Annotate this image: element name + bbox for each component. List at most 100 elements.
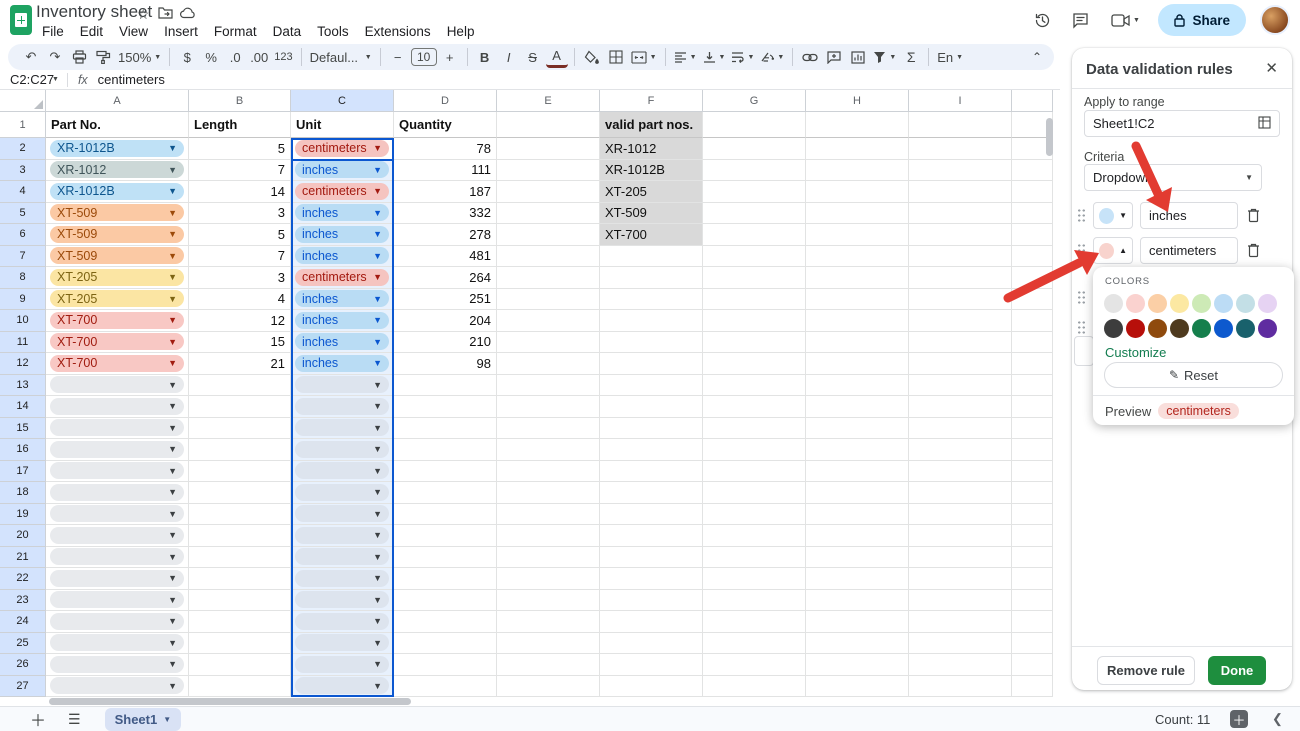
cell-A10[interactable]: XT-700▼ xyxy=(46,310,189,332)
cell-C27[interactable]: ▼ xyxy=(291,676,394,698)
cell-E18[interactable] xyxy=(497,482,600,504)
cell-G20[interactable] xyxy=(703,525,806,547)
cell-G3[interactable] xyxy=(703,160,806,182)
color-swatch[interactable] xyxy=(1214,294,1233,313)
cell-D10[interactable]: 204 xyxy=(394,310,497,332)
cell-E20[interactable] xyxy=(497,525,600,547)
cell-H27[interactable] xyxy=(806,676,909,698)
cell-H16[interactable] xyxy=(806,439,909,461)
dropdown-chip[interactable]: XR-1012▼ xyxy=(50,161,184,178)
dropdown-chip[interactable]: centimeters▼ xyxy=(295,183,389,200)
cell-H10[interactable] xyxy=(806,310,909,332)
dropdown-chip[interactable]: ▼ xyxy=(50,462,184,479)
horizontal-align-icon[interactable]: ▼ xyxy=(672,46,699,68)
cell-I3[interactable] xyxy=(909,160,1012,182)
cell-G19[interactable] xyxy=(703,504,806,526)
cell-F24[interactable] xyxy=(600,611,703,633)
column-header-A[interactable]: A xyxy=(46,90,189,112)
dropdown-chip[interactable]: ▼ xyxy=(50,505,184,522)
cell-G22[interactable] xyxy=(703,568,806,590)
cell-partial7[interactable] xyxy=(1012,246,1053,268)
color-swatch[interactable] xyxy=(1236,294,1255,313)
cell-I20[interactable] xyxy=(909,525,1012,547)
cell-I5[interactable] xyxy=(909,203,1012,225)
cell-E4[interactable] xyxy=(497,181,600,203)
row-header-7[interactable]: 7 xyxy=(0,246,46,268)
menu-edit[interactable]: Edit xyxy=(72,22,111,41)
cell-A3[interactable]: XR-1012▼ xyxy=(46,160,189,182)
done-button[interactable]: Done xyxy=(1208,656,1266,685)
cell-I23[interactable] xyxy=(909,590,1012,612)
dropdown-chip[interactable]: XT-509▼ xyxy=(50,226,184,243)
row-header-13[interactable]: 13 xyxy=(0,375,46,397)
row-header-4[interactable]: 4 xyxy=(0,181,46,203)
cell-partial8[interactable] xyxy=(1012,267,1053,289)
menu-file[interactable]: File xyxy=(34,22,72,41)
cell-G15[interactable] xyxy=(703,418,806,440)
cell-H5[interactable] xyxy=(806,203,909,225)
zoom-select[interactable]: 150%▼ xyxy=(116,46,163,68)
color-swatch[interactable] xyxy=(1104,319,1123,338)
all-sheets-icon[interactable]: ☰ xyxy=(68,711,81,728)
drag-handle-icon[interactable] xyxy=(1077,208,1086,222)
cell-partial14[interactable] xyxy=(1012,396,1053,418)
color-swatch[interactable] xyxy=(1192,294,1211,313)
menu-insert[interactable]: Insert xyxy=(156,22,206,41)
dropdown-chip[interactable]: ▼ xyxy=(295,613,389,630)
dropdown-chip[interactable]: inches▼ xyxy=(295,355,389,372)
cell-F8[interactable] xyxy=(600,267,703,289)
cell-F19[interactable] xyxy=(600,504,703,526)
cell-D18[interactable] xyxy=(394,482,497,504)
cell-D11[interactable]: 210 xyxy=(394,332,497,354)
cell-B27[interactable] xyxy=(189,676,291,698)
cell-partial9[interactable] xyxy=(1012,289,1053,311)
cell-D27[interactable] xyxy=(394,676,497,698)
cell-G16[interactable] xyxy=(703,439,806,461)
row-header-1[interactable]: 1 xyxy=(0,112,46,138)
dropdown-chip[interactable]: ▼ xyxy=(295,376,389,393)
color-swatch[interactable] xyxy=(1170,294,1189,313)
number-format-icon[interactable]: 123 xyxy=(272,46,294,68)
cell-E17[interactable] xyxy=(497,461,600,483)
dropdown-chip[interactable]: XR-1012B▼ xyxy=(50,140,184,157)
cell-B24[interactable] xyxy=(189,611,291,633)
cell-G17[interactable] xyxy=(703,461,806,483)
cell-A11[interactable]: XT-700▼ xyxy=(46,332,189,354)
cell-A1[interactable]: Part No. xyxy=(46,112,189,138)
cell-F6[interactable]: XT-700 xyxy=(600,224,703,246)
cell-E14[interactable] xyxy=(497,396,600,418)
option-input-inches[interactable]: inches xyxy=(1140,202,1238,229)
cell-H20[interactable] xyxy=(806,525,909,547)
cell-E8[interactable] xyxy=(497,267,600,289)
cell-C18[interactable]: ▼ xyxy=(291,482,394,504)
cell-A17[interactable]: ▼ xyxy=(46,461,189,483)
dropdown-chip[interactable]: XT-205▼ xyxy=(50,269,184,286)
cell-B14[interactable] xyxy=(189,396,291,418)
delete-option-icon[interactable] xyxy=(1247,243,1260,258)
cell-B9[interactable]: 4 xyxy=(189,289,291,311)
cell-D19[interactable] xyxy=(394,504,497,526)
row-header-20[interactable]: 20 xyxy=(0,525,46,547)
cell-C20[interactable]: ▼ xyxy=(291,525,394,547)
cell-A21[interactable]: ▼ xyxy=(46,547,189,569)
cell-D5[interactable]: 332 xyxy=(394,203,497,225)
cell-E2[interactable] xyxy=(497,138,600,160)
dropdown-chip[interactable]: ▼ xyxy=(295,419,389,436)
cell-B2[interactable]: 5 xyxy=(189,138,291,160)
dropdown-chip[interactable]: ▼ xyxy=(50,484,184,501)
italic-icon[interactable]: I xyxy=(498,46,520,68)
row-header-6[interactable]: 6 xyxy=(0,224,46,246)
color-swatch[interactable] xyxy=(1148,319,1167,338)
dropdown-chip[interactable]: ▼ xyxy=(50,548,184,565)
cell-D3[interactable]: 111 xyxy=(394,160,497,182)
cell-C21[interactable]: ▼ xyxy=(291,547,394,569)
cell-I9[interactable] xyxy=(909,289,1012,311)
cell-H11[interactable] xyxy=(806,332,909,354)
cell-B21[interactable] xyxy=(189,547,291,569)
dropdown-chip[interactable]: XR-1012B▼ xyxy=(50,183,184,200)
dropdown-chip[interactable]: inches▼ xyxy=(295,247,389,264)
cell-partial4[interactable] xyxy=(1012,181,1053,203)
cell-A24[interactable]: ▼ xyxy=(46,611,189,633)
cell-D20[interactable] xyxy=(394,525,497,547)
criteria-select[interactable]: Dropdown ▼ xyxy=(1084,164,1262,191)
